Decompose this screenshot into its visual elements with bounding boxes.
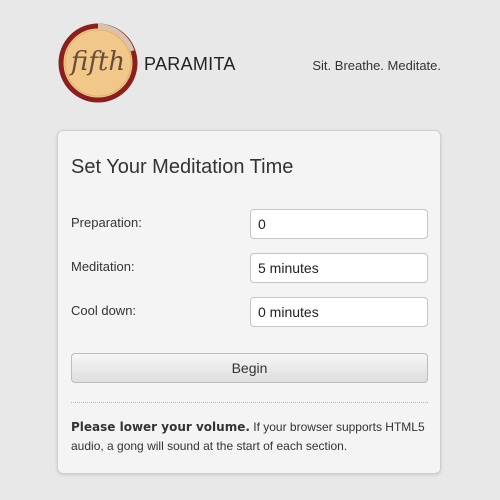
meditation-label: Meditation: xyxy=(71,259,135,274)
preparation-input[interactable] xyxy=(250,209,428,239)
meditation-input[interactable] xyxy=(250,253,428,283)
fifth-paramita-logo[interactable]: fifth xyxy=(58,23,138,103)
preparation-label: Preparation: xyxy=(71,215,142,230)
volume-notice-bold: Please lower your volume. xyxy=(71,420,250,434)
logo-text: fifth xyxy=(70,47,126,77)
cool-down-input[interactable] xyxy=(250,297,428,327)
volume-notice: Please lower your volume. If your browse… xyxy=(71,418,428,456)
meditation-time-card: Set Your Meditation Time Preparation: Me… xyxy=(57,130,441,474)
begin-button[interactable]: Begin xyxy=(71,353,428,383)
divider xyxy=(71,402,428,403)
brand-name: PARAMITA xyxy=(144,54,236,74)
tagline: Sit. Breathe. Meditate. xyxy=(312,58,441,73)
site-header: fifth PARAMITA Sit. Breathe. Meditate. xyxy=(0,0,500,120)
cool-down-label: Cool down: xyxy=(71,303,137,318)
card-title: Set Your Meditation Time xyxy=(71,156,294,178)
